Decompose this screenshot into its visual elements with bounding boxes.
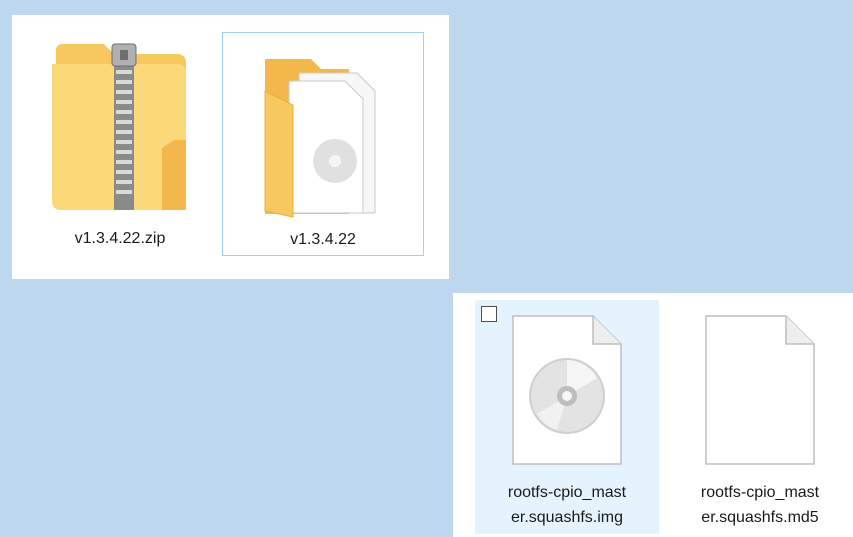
blank-file-icon — [704, 314, 816, 466]
file-name: v1.3.4.22.zip — [74, 230, 166, 247]
file-name: rootfs-cpio_mast er.squashfs.md5 — [700, 484, 820, 526]
file-item-zip[interactable]: v1.3.4.22.zip — [40, 30, 200, 255]
file-name: rootfs-cpio_mast er.squashfs.img — [507, 484, 627, 526]
file-name: v1.3.4.22 — [290, 231, 356, 248]
disc-image-icon — [511, 314, 623, 466]
file-item-img[interactable]: rootfs-cpio_mast er.squashfs.img — [475, 300, 659, 534]
select-checkbox[interactable] — [481, 306, 497, 322]
folder-icon — [259, 51, 389, 221]
file-item-md5[interactable]: rootfs-cpio_mast er.squashfs.md5 — [668, 300, 852, 534]
zip-folder-icon — [40, 30, 200, 220]
file-item-folder[interactable]: v1.3.4.22 — [222, 32, 424, 256]
